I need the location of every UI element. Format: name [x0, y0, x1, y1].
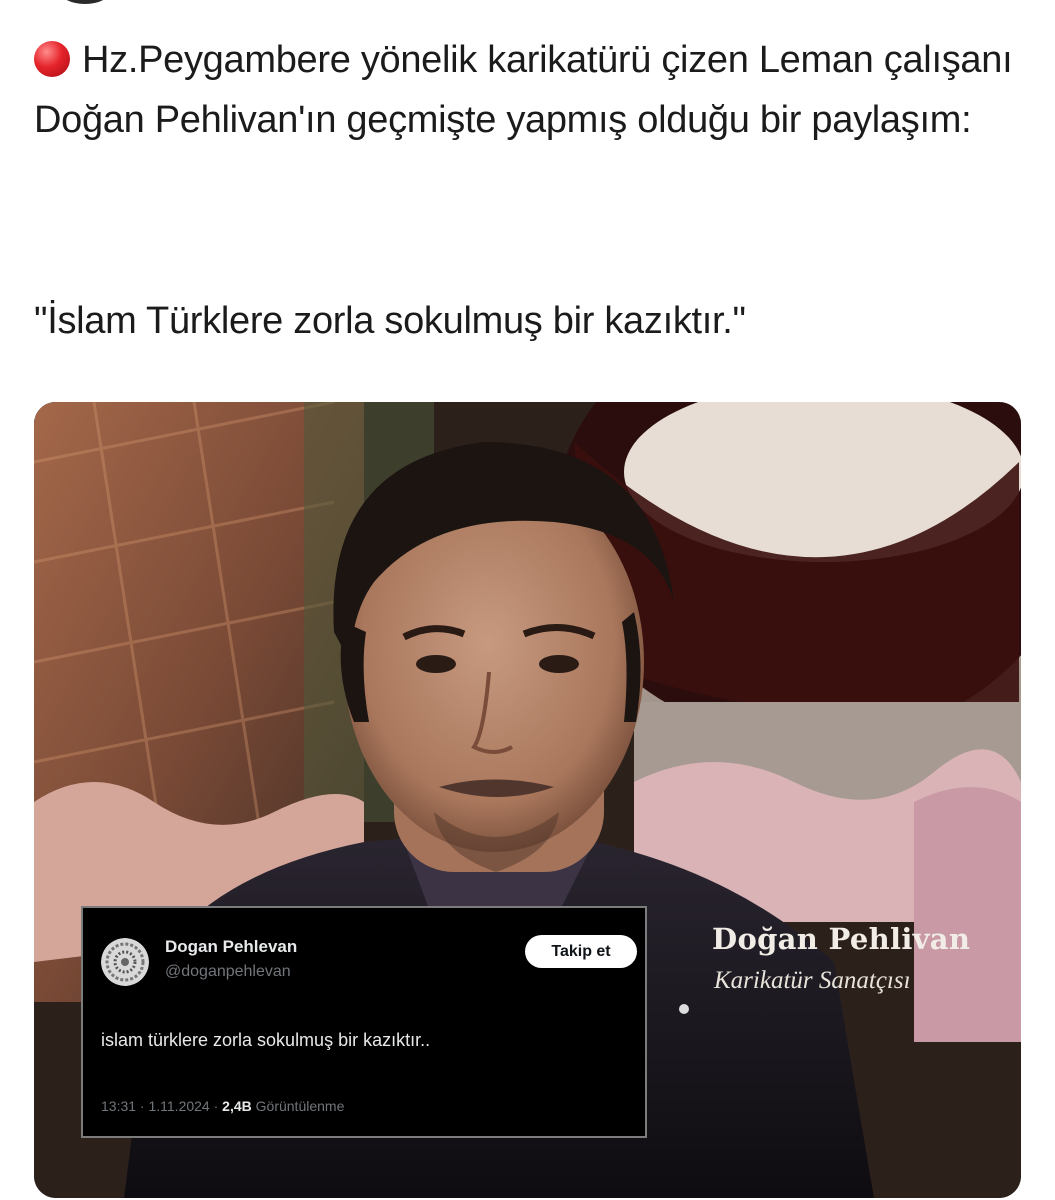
post-headline: Hz.Peygambere yönelik karikatürü çizen L… — [34, 30, 1024, 150]
tweet-display-name[interactable]: Dogan Pehlevan — [165, 937, 297, 957]
caption-name: Doğan Pehlivan — [712, 922, 971, 956]
tweet-meta: 13:31 · 1.11.2024 · 2,4B Görüntülenme — [101, 1098, 344, 1114]
tweet-views-label: Görüntülenme — [255, 1098, 345, 1114]
post-quote: "İslam Türklere zorla sokulmuş bir kazık… — [34, 300, 746, 342]
tweet-handle[interactable]: @doganpehlevan — [165, 963, 291, 981]
tweet-text: islam türklere zorla sokulmuş bir kazıkt… — [101, 1030, 431, 1050]
caption-role: Karikatür Sanatçısı — [714, 967, 911, 994]
embedded-tweet-card[interactable]: Dogan Pehlevan @doganpehlevan Takip et i… — [81, 906, 647, 1138]
avatar-pattern-icon — [101, 938, 149, 986]
tweet-avatar[interactable] — [101, 938, 149, 986]
red-circle-icon — [34, 41, 70, 77]
follow-button[interactable]: Takip et — [525, 935, 637, 968]
post-media-image[interactable]: Dogan Pehlevan @doganpehlevan Takip et i… — [34, 402, 1021, 1198]
tweet-views-count: 2,4B — [222, 1098, 252, 1114]
tweet-timestamp[interactable]: 13:31 · 1.11.2024 · — [101, 1098, 218, 1114]
avatar-peek — [60, 0, 110, 4]
headline-text: Hz.Peygambere yönelik karikatürü çizen L… — [34, 39, 1013, 141]
